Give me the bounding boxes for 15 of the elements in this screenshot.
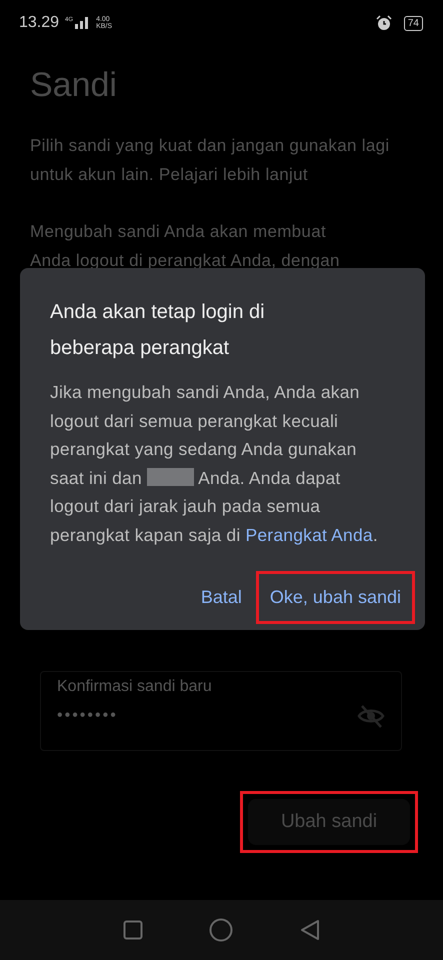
status-time: 13.29 xyxy=(19,14,60,32)
notice-text-line: Mengubah sandi Anda akan membuat xyxy=(30,221,327,243)
battery-indicator: 74 xyxy=(404,16,423,30)
dialog-title: Anda akan tetap login di beberapa perangkat xyxy=(50,300,266,361)
alarm-clock-icon xyxy=(376,15,392,31)
back-icon[interactable] xyxy=(300,919,320,941)
notice-text-line: Anda logout di perangkat Anda, dengan xyxy=(30,250,341,272)
recent-apps-icon[interactable] xyxy=(123,920,144,940)
devices-link[interactable]: Perangkat Anda xyxy=(246,524,373,544)
redaction-block xyxy=(146,468,194,486)
dialog-button[interactable]: Batal xyxy=(194,579,248,616)
dialog-message: Jika mengubah sandi Anda, Anda akan logout dari semua perangkat kecuali perangkat yang sedang Anda gunakan saat ini dan Anda. Anda dapat logout dari jarak jauh pada semua perangkat kapan saja di Perangkat Anda. xyxy=(50,381,379,547)
page-title: Sandi xyxy=(30,66,118,105)
intro-text: Pilih sandi yang kuat dan jangan gunakan lagi untuk akun lain. Pelajari lebih lanjut xyxy=(30,135,390,186)
home-icon[interactable] xyxy=(209,918,234,942)
